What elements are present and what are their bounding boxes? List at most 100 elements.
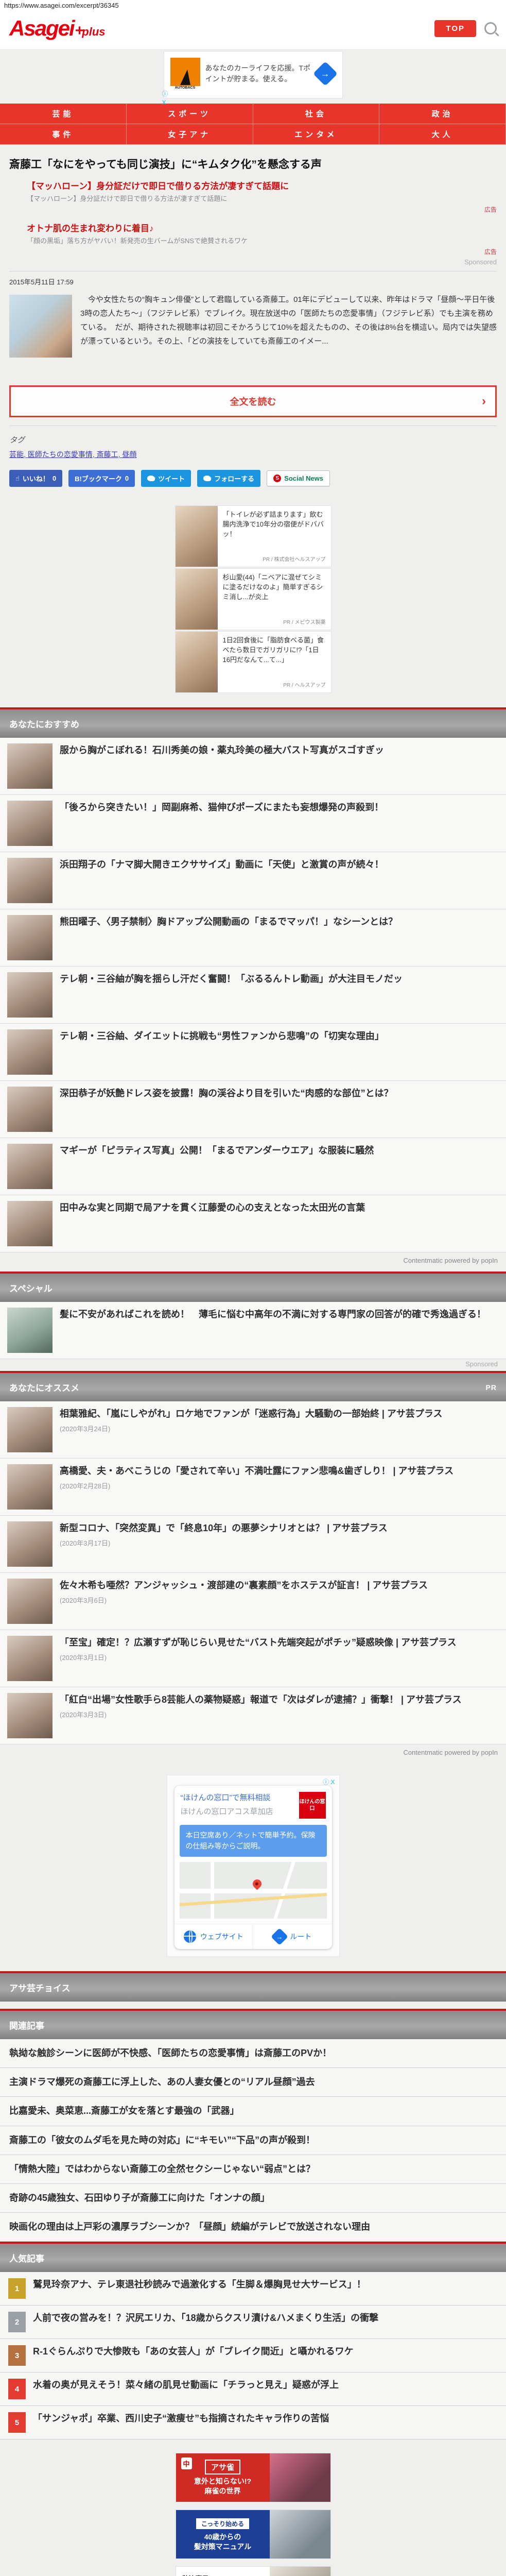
nav-item[interactable]: 事件 (0, 124, 127, 145)
section-recommend: あなたにおすすめ 服から胸がこぼれる！石川秀美の娘・薬丸玲美の極大バスト写真がス… (0, 707, 506, 1272)
nav-item[interactable]: 女子アナ (126, 124, 253, 145)
article-link[interactable]: 奇跡の45歳独女、石田ゆり子が斎藤工に向けた「オンナの顔」 (0, 2183, 506, 2213)
section-special: スペシャル 髪に不安があればこれを読め！ 薄毛に悩む中高年の不満に対する専門家の… (0, 1272, 506, 1368)
popin-credit: Contentmatic powered by popIn (403, 1257, 498, 1264)
section-header: スペシャル (0, 1272, 506, 1302)
article-link[interactable]: 映画化の理由は上戸彩の濃厚ラブシーンか？「昼顔」続編がテレビで放送されない理由 (0, 2213, 506, 2242)
article-list-item[interactable]: テレ朝・三谷紬、ダイエットに挑戦も“男性ファンから悲鳴”の「切実な理由」 (0, 1024, 506, 1081)
article-list-item[interactable]: 「至宝」確定！？広瀬すずが恥じらい見せた“バスト先端突起がポチッ”疑惑映像 | … (0, 1630, 506, 1687)
sponsored-ad-item[interactable]: 「トイレが必ず詰まります」飲む腸内洗浄で10年分の宿便がドババッ！ PR / 株… (175, 505, 331, 567)
ad-close-icon[interactable]: X (162, 99, 168, 106)
map-pin-icon (250, 1877, 264, 1890)
article-list-item[interactable]: 「紅白“出場”女性歌手ら8芸能人の薬物疑惑」報道で「次はダレが逮捕？」衝撃！ |… (0, 1687, 506, 1744)
article-link[interactable]: 比嘉愛未、奥菜恵...斎藤工が女を落とす最強の「武器」 (0, 2097, 506, 2126)
ad-headline[interactable]: “ほけんの窓口”で無料相談 (181, 1792, 295, 1803)
article-list-item[interactable]: 浜田翔子の「ナマ脚大開きエクササイズ」動画に「天使」と激賞の声が続々！ (0, 852, 506, 909)
article-list-item[interactable]: 田中みな実と同期で局アナを貫く江藤愛の心の支えとなった太田光の言葉 (0, 1195, 506, 1252)
text-ad-1[interactable]: 【マッハローン】身分証だけで即日で借りる方法が凄すぎて話題に 【マッハローン】身… (27, 179, 497, 203)
nav-item[interactable]: 大人 (379, 124, 506, 145)
facebook-like-button[interactable]: ☝ いいね！ 0 (9, 470, 63, 487)
site-logo[interactable]: Asagei + plus (9, 16, 106, 41)
tag-link[interactable]: 医師たちの恋愛事情 (28, 450, 97, 459)
article-body: 今や女性たちの“胸キュン俳優”として君臨している斎藤工。01年にデビューして以来… (80, 295, 497, 346)
text-ad-title[interactable]: 【マッハローン】身分証だけで即日で借りる方法が凄すぎて話題に (27, 179, 497, 192)
ad-title: 「トイレが必ず詰まります」飲む腸内洗浄で10年分の宿便がドババッ！ (222, 511, 324, 538)
article-list-item[interactable]: 高橋愛、夫・あべこうじの「愛されて辛い」不満吐露にファン悲鳴&歯ぎしり！ | ア… (0, 1459, 506, 1516)
text-ad-sub[interactable]: 【マッハローン】身分証だけで即日で借りる方法が凄すぎて話題に (27, 193, 497, 203)
route-button[interactable]: → ルート (253, 1924, 332, 1949)
header-ad[interactable]: AUTOBACS あなたのカーライフを応援。Tポイントが貯まる。使える。 → ⓘ… (162, 51, 343, 106)
adchoices-info-icon[interactable]: ⓘ (162, 89, 168, 98)
ad-pr-label: PR / 株式会社ヘルスアップ (263, 557, 326, 563)
nav-item[interactable]: 社会 (253, 104, 380, 124)
article-list-item[interactable]: 相葉雅紀、「嵐にしやがれ」ロケ地でファンが「迷惑行為」大騒動の一部始終 | アサ… (0, 1401, 506, 1459)
article-thumbnail (7, 1087, 53, 1132)
text-ad-2[interactable]: オトナ肌の生まれ変わりに着目♪ 「顔の黒垢」落ち方がヤバい！新発売の生バームがS… (27, 221, 497, 245)
article-list-item[interactable]: 新型コロナ、「突然変異」で「終息10年」の悪夢シナリオとは？ | アサ芸プラス … (0, 1516, 506, 1573)
article-link[interactable]: 主演ドラマ爆死の斎藤工に浮上した、あの人妻女優との“リアル昼顔”過去 (0, 2068, 506, 2097)
social-news-button[interactable]: S Social News (267, 470, 330, 486)
article-thumbnail (7, 1308, 53, 1353)
ranked-article[interactable]: 1 鷲見玲奈アナ、テレ東退社秒読みで過激化する「生脚＆爆胸見せ大サービス」！ (0, 2272, 506, 2306)
section-related: 関連記事 執拗な触診シーンに医師が不快感、「医師たちの恋愛事情」は斎藤工のPVか… (0, 2009, 506, 2242)
ranked-article[interactable]: 5 「サンジャポ」卒業、西川史子“激痩せ”も指摘されたキャラ作りの苦悩 (0, 2406, 506, 2440)
rank-badge: 4 (8, 2379, 26, 2400)
article-date: (2020年3月3日) (60, 1711, 107, 1719)
article-photo (9, 295, 72, 358)
top-button[interactable]: TOP (434, 20, 476, 37)
sponsored-ad-item[interactable]: 1日2回食後に「脂肪食べる菌」食べたら数日でガリガリに!?「1日16円だなんて.… (175, 631, 331, 693)
sponsored-ad-item[interactable]: 杉山愛(44)「ニベアに混ぜてシミに塗るだけなのよ」簡単すぎるシミ消し...が炎… (175, 568, 331, 630)
follow-button[interactable]: フォローする (197, 470, 261, 487)
map-image[interactable] (179, 1862, 327, 1919)
article-list-item[interactable]: 深田恭子が妖艶ドレス姿を披露！胸の渓谷より目を引いた“肉感的な部位”とは？ (0, 1081, 506, 1138)
ad-title: 杉山愛(44)「ニベアに混ぜてシミに塗るだけなのよ」簡単すぎるシミ消し...が炎… (222, 573, 323, 601)
article-list-item[interactable]: テレ朝・三谷紬が胸を揺らし汗だく奮闘！「ぶるるんトレ動画」が大注目モノだッ (0, 967, 506, 1024)
nav-item[interactable]: エンタメ (253, 124, 380, 145)
mahjong-tile-icon: 中 (181, 2458, 192, 2470)
website-button[interactable]: ウェブサイト (175, 1924, 253, 1949)
banner-column: 中 アサ雀 意外と知らない!? 麻雀の世界 こっそり始める 40歳からの 髪対策マニ… (0, 2439, 506, 2576)
osusume-list: 相葉雅紀、「嵐にしやがれ」ロケ地でファンが「迷惑行為」大騒動の一部始終 | アサ… (0, 1401, 506, 1744)
tag-link[interactable]: 昼顔 (122, 450, 136, 459)
ranked-article[interactable]: 4 水着の奥が見えそう！菜々緒の肌見せ動画に「チラっと見え」疑惑が浮上 (0, 2372, 506, 2406)
ad-label: 広告 (484, 206, 497, 213)
article-date: (2020年3月6日) (60, 1597, 107, 1605)
read-more-button[interactable]: 全文を読む › (9, 385, 497, 417)
map-ad-hoken[interactable]: ⓘ X “ほけんの窓口”で無料相談 ほけんの窓口アコス草加店 ほけんの窓口 本日… (166, 1775, 340, 1957)
article-link[interactable]: 「情熱大陸」ではわからない斎藤工の全然セクシーじゃない“弱点”とは？ (0, 2155, 506, 2184)
ad-arrow-icon[interactable]: → (312, 61, 338, 87)
text-ad-sub[interactable]: 「顔の黒垢」落ち方がヤバい！新発売の生バームがSNSで絶賛されるワケ (27, 235, 497, 245)
special-item[interactable]: 髪に不安があればこれを読め！ 薄毛に悩む中高年の不満に対する専門家の回答が的確で… (0, 1302, 506, 1359)
ranked-article[interactable]: 3 R-1ぐらんぷりで大惨敗も「あの女芸人」が「ブレイク間近」と囁かれるワケ (0, 2339, 506, 2373)
adchoices-info-icon[interactable]: ⓘ (323, 1778, 329, 1786)
article-list-item[interactable]: 佐々木希も唖然？アンジャッシュ・渡部建の“裏素顔”をホステスが証言！ | アサ芸… (0, 1573, 506, 1630)
ad-close-icon[interactable]: X (330, 1778, 335, 1786)
article-thumbnail (7, 1521, 53, 1567)
tag-link[interactable]: 斎藤工 (97, 450, 123, 459)
article-list-item[interactable]: 熊田曜子、〈男子禁制〉胸ドアップ公開動画の「まるでマッパ！」なシーンとは？ (0, 909, 506, 967)
article-list-item[interactable]: 服から胸がこぼれる！石川秀美の娘・薬丸玲美の極大バスト写真がスゴすぎッ (0, 738, 506, 795)
rank-badge: 2 (8, 2312, 26, 2333)
banner-mahjong[interactable]: 中 アサ雀 意外と知らない!? 麻雀の世界 (175, 2453, 331, 2503)
banner-photo (269, 2510, 330, 2559)
tag-link[interactable]: 芸能 (9, 450, 28, 459)
article-list-item[interactable]: 「後ろから突きたい！」岡副麻希、猫伸びポーズにまたも妄想爆発の声殺到！ (0, 795, 506, 852)
article-link[interactable]: 斎藤工の「彼女のムダ毛を見た時の対応」に“キモい”“下品”の声が殺到！ (0, 2126, 506, 2155)
nav-item[interactable]: 芸能 (0, 104, 127, 124)
nav-item[interactable]: 政治 (379, 104, 506, 124)
article-link[interactable]: 執拗な触診シーンに医師が不快感、「医師たちの恋愛事情」は斎藤工のPVか！ (0, 2039, 506, 2069)
banner-photo (269, 2453, 330, 2502)
ranked-article[interactable]: 2 人前で夜の営みを！？沢尻エリカ、「18歳からクスリ漬け&ハメまくり生活」の衝… (0, 2306, 506, 2340)
text-ad-title[interactable]: オトナ肌の生まれ変わりに着目♪ (27, 221, 497, 234)
hatena-bookmark-button[interactable]: B!ブックマーク 0 (68, 470, 135, 487)
chevron-right-icon: › (482, 394, 486, 408)
banner-doctor[interactable]: 秋津壽男 オトコの悩みをズバリ回答 「どっち?」の健康学 (175, 2566, 331, 2576)
article-thumbnail (7, 1201, 53, 1246)
article-list-item[interactable]: マギーが「ピラティス写真」公開！「まるでアンダーウエア」な服装に騒然 (0, 1138, 506, 1195)
banner-hair-manual[interactable]: こっそり始める 40歳からの 髪対策マニュアル (175, 2510, 331, 2560)
ad-thumbnail (175, 632, 218, 692)
tweet-button[interactable]: ツイート (141, 470, 191, 487)
article-thumbnail (7, 1144, 53, 1189)
search-icon[interactable] (484, 22, 497, 35)
nav-item[interactable]: スポーツ (126, 104, 253, 124)
